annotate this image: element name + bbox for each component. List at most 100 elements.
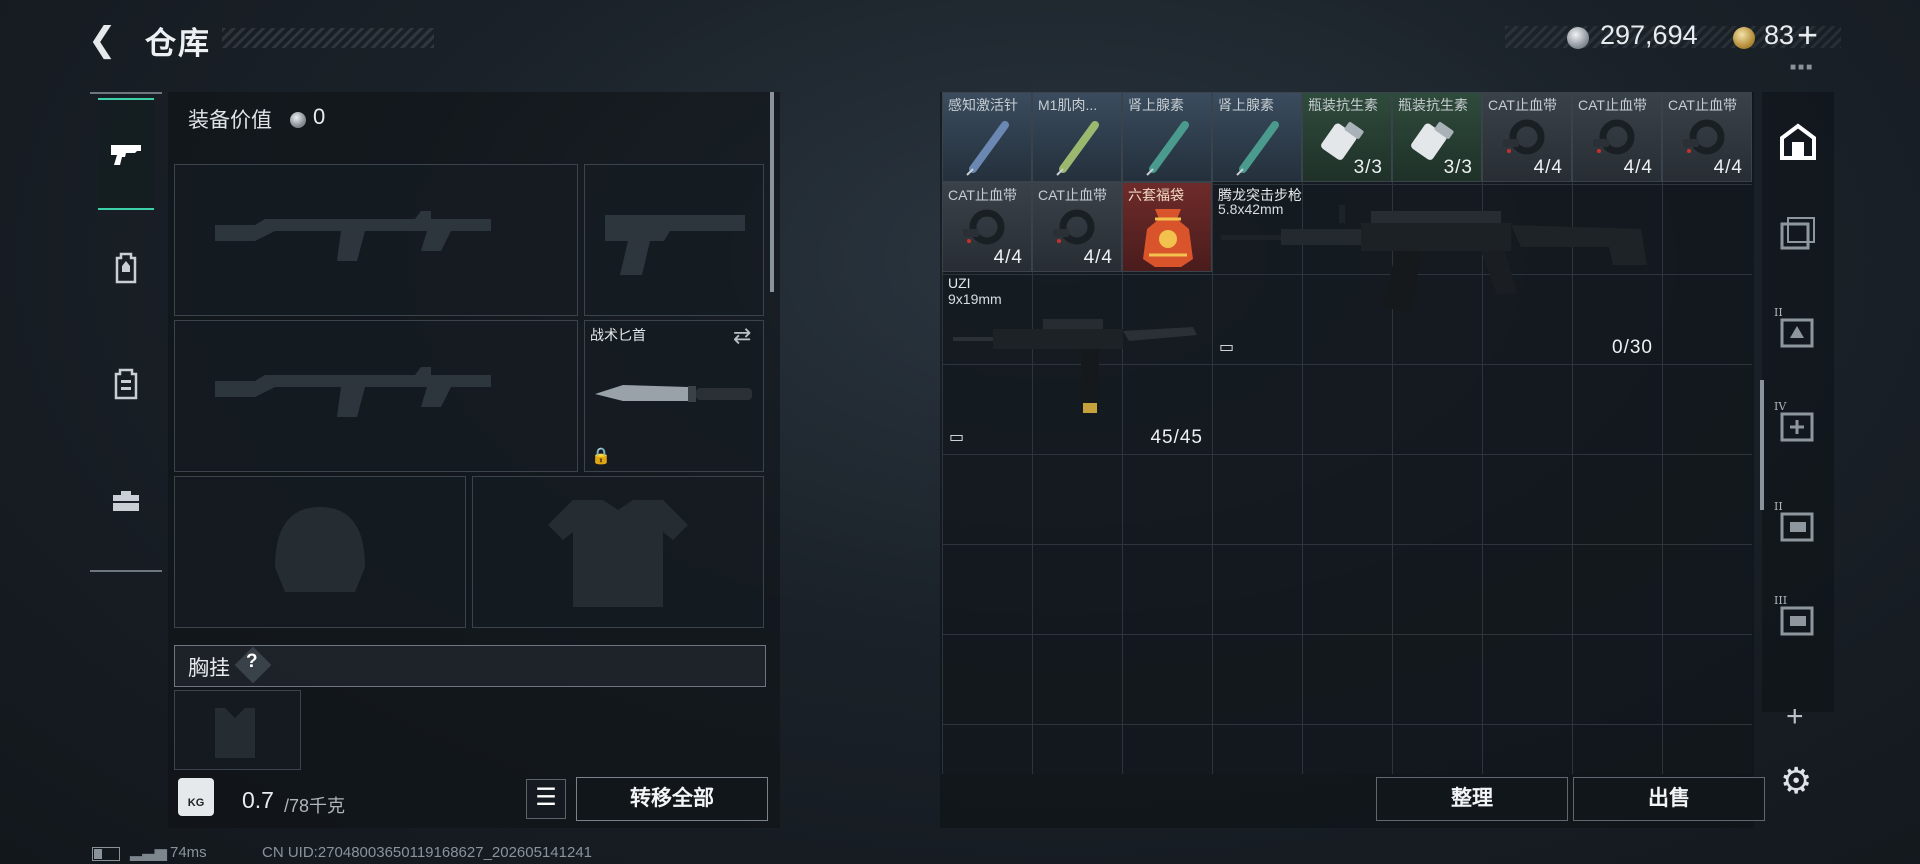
weight-capacity: /78千克 bbox=[284, 796, 346, 816]
helmet-slot[interactable] bbox=[174, 476, 466, 628]
add-page-button[interactable]: + bbox=[1786, 700, 1804, 734]
weight-current: 0.7 bbox=[242, 787, 274, 813]
ping-value: 74ms bbox=[170, 844, 207, 861]
pistol-icon[interactable] bbox=[98, 98, 154, 210]
assault-rifle-icon bbox=[1221, 205, 1647, 313]
no-durability-icon: ▭ bbox=[1219, 339, 1235, 356]
equipment-tab-column bbox=[90, 92, 162, 572]
toolbox-icon[interactable] bbox=[98, 446, 154, 554]
armor-silhouette-icon bbox=[548, 500, 688, 607]
stash-item[interactable]: 瓶装抗生素 3/3 bbox=[1392, 92, 1482, 182]
signal-icon: ▂▃▅ bbox=[130, 844, 167, 861]
pistol-silhouette-icon bbox=[605, 215, 745, 275]
item-name: 六套福袋 bbox=[1128, 187, 1184, 203]
item-count: 4/4 bbox=[1533, 157, 1563, 178]
equipment-value-label: 装备价值 bbox=[188, 109, 272, 132]
stash-item[interactable]: 肾上腺素 bbox=[1122, 92, 1212, 182]
silver-coin-icon bbox=[290, 112, 306, 128]
help-icon[interactable]: ? bbox=[246, 651, 258, 673]
stash-item[interactable]: 瓶装抗生素 3/3 bbox=[1302, 92, 1392, 182]
page-numeral: II bbox=[1774, 306, 1783, 319]
item-count: 4/4 bbox=[1083, 247, 1113, 268]
stash-item[interactable]: CAT止血带 4/4 bbox=[942, 182, 1032, 272]
stash-icon[interactable] bbox=[1774, 118, 1822, 166]
item-name: 瓶装抗生素 bbox=[1398, 97, 1468, 113]
page-numeral: III bbox=[1774, 594, 1788, 607]
secondary-weapon-slot[interactable] bbox=[174, 320, 578, 472]
back-arrow-icon[interactable]: ❮ bbox=[88, 20, 124, 60]
lock-icon: 🔒 bbox=[591, 448, 611, 465]
gold-coin-icon bbox=[1733, 27, 1755, 49]
silver-coin-icon bbox=[1567, 27, 1589, 49]
sell-button[interactable]: 出售 bbox=[1573, 777, 1765, 821]
stash-tab-scrollbar[interactable] bbox=[1760, 380, 1764, 510]
transfer-all-button[interactable]: 转移全部 bbox=[576, 777, 768, 821]
armor-slot[interactable] bbox=[472, 476, 764, 628]
stash-page-5-icon[interactable]: II bbox=[1774, 500, 1822, 548]
rifle-silhouette-icon bbox=[215, 367, 491, 417]
page-numeral: IV bbox=[1774, 400, 1787, 413]
weight-icon: KG bbox=[178, 778, 214, 816]
stash-item-rifle[interactable]: 腾龙突击步枪 5.8x42mm ▭ 0/30 bbox=[1212, 182, 1662, 362]
vest-icon[interactable] bbox=[98, 330, 154, 438]
stash-page-6-icon[interactable]: III bbox=[1774, 594, 1822, 642]
stash-page-2-icon[interactable]: II bbox=[1774, 306, 1822, 354]
item-name: 瓶装抗生素 bbox=[1308, 97, 1378, 113]
no-durability-icon: ▭ bbox=[949, 429, 965, 446]
rifle-silhouette-icon bbox=[215, 211, 491, 261]
stash-item-smg[interactable]: UZI 9x19mm ▭ 45/45 bbox=[942, 272, 1212, 452]
knife-label: 战术匕首 bbox=[590, 327, 646, 343]
item-name: CAT止血带 bbox=[1668, 97, 1737, 113]
swap-icon[interactable]: ⇄ bbox=[733, 323, 751, 349]
helmet-silhouette-icon bbox=[275, 507, 365, 592]
item-name: CAT止血带 bbox=[948, 187, 1017, 203]
stash-page-4-icon[interactable]: IV bbox=[1774, 400, 1822, 448]
chest-rig-slot[interactable] bbox=[174, 690, 301, 770]
pistol-slot[interactable] bbox=[584, 164, 764, 316]
user-uid: CN UID:2704800365011916862​7_20260514124… bbox=[262, 844, 593, 861]
item-name: CAT止血带 bbox=[1578, 97, 1647, 113]
equipment-value: 0 bbox=[313, 104, 326, 129]
tourniquet-icon bbox=[1503, 119, 1545, 155]
dots-decoration: ■■■ bbox=[1790, 62, 1815, 73]
stash-item[interactable]: CAT止血带 4/4 bbox=[1662, 92, 1752, 182]
chest-rig-silhouette-icon bbox=[215, 708, 255, 758]
item-name: UZI bbox=[948, 275, 971, 291]
item-name: CAT止血带 bbox=[1038, 187, 1107, 203]
item-name: 肾上腺素 bbox=[1128, 97, 1184, 113]
item-name: M1肌肉... bbox=[1038, 97, 1098, 113]
add-currency-button[interactable]: + bbox=[1797, 14, 1818, 56]
stash-item[interactable]: CAT止血带 4/4 bbox=[1032, 182, 1122, 272]
knife-icon bbox=[595, 385, 752, 402]
tourniquet-icon bbox=[1593, 119, 1635, 155]
page-title: 仓库 bbox=[145, 26, 211, 61]
stash-item[interactable]: 感知激活针 bbox=[942, 92, 1032, 182]
syringe-icon bbox=[1056, 121, 1099, 176]
tourniquet-icon bbox=[1683, 119, 1725, 155]
syringe-icon bbox=[1146, 121, 1189, 176]
backpack-icon[interactable] bbox=[98, 214, 154, 322]
stash-item[interactable]: CAT止血带 4/4 bbox=[1482, 92, 1572, 182]
stash-item[interactable]: CAT止血带 4/4 bbox=[1572, 92, 1662, 182]
stash-item[interactable]: 肾上腺素 bbox=[1212, 92, 1302, 182]
tourniquet-icon bbox=[1053, 209, 1095, 245]
lucky-bag-icon bbox=[1143, 209, 1193, 267]
stash-item[interactable]: M1肌肉... bbox=[1032, 92, 1122, 182]
chest-rig-label: 胸挂 bbox=[188, 657, 230, 680]
item-count: 4/4 bbox=[1623, 157, 1653, 178]
page-numeral: II bbox=[1774, 500, 1783, 513]
primary-weapon-slot[interactable] bbox=[174, 164, 578, 316]
gold-currency-value: 83 bbox=[1764, 20, 1795, 50]
sort-button[interactable]: 整理 bbox=[1376, 777, 1568, 821]
list-view-button[interactable]: ☰ bbox=[526, 779, 566, 819]
syringe-icon bbox=[966, 121, 1009, 176]
item-count: 3/3 bbox=[1443, 157, 1473, 178]
smg-icon bbox=[953, 319, 1197, 413]
stash-page-1-icon[interactable] bbox=[1774, 210, 1822, 258]
item-name: 肾上腺素 bbox=[1218, 97, 1274, 113]
gear-icon[interactable]: ⚙ bbox=[1780, 760, 1812, 802]
stash-item[interactable]: 六套福袋 bbox=[1122, 182, 1212, 272]
silver-currency-value: 297,694 bbox=[1600, 20, 1698, 50]
syringe-icon bbox=[1236, 121, 1279, 176]
equipment-scrollbar[interactable] bbox=[770, 92, 774, 292]
